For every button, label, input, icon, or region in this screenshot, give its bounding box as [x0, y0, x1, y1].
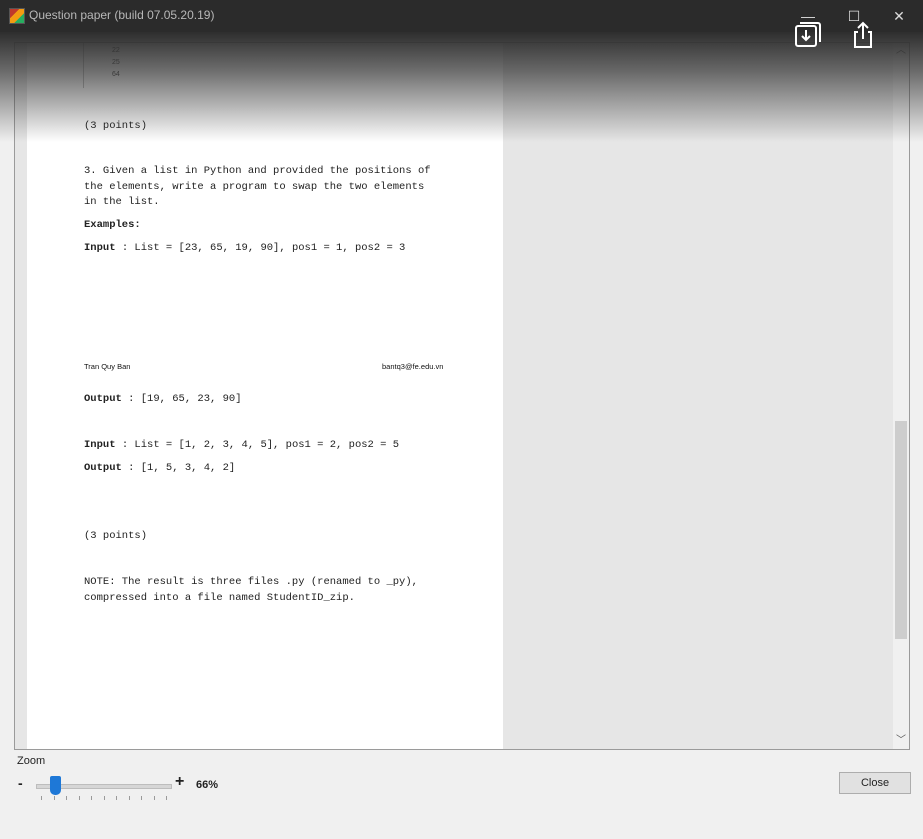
note-line: compressed into a file named StudentID_z…: [84, 592, 355, 604]
zoom-slider-tick: [78, 796, 80, 800]
example-input: Input : List = [23, 65, 19, 90], pos1 = …: [84, 242, 406, 254]
example-input: Input : List = [1, 2, 3, 4, 5], pos1 = 2…: [84, 439, 400, 451]
title-bar: Question paper (build 07.05.20.19) — ☐ ✕: [0, 0, 923, 32]
points-label: (3 points): [84, 530, 148, 542]
zoom-slider-tick: [91, 796, 92, 800]
zoom-out-button[interactable]: -: [18, 775, 23, 791]
zoom-slider-tick: [66, 796, 67, 800]
scroll-down-icon[interactable]: ﹀: [893, 733, 909, 749]
example-output: Output : [19, 65, 23, 90]: [84, 393, 242, 405]
zoom-slider-tick: [116, 796, 117, 800]
save-screenshot-icon[interactable]: [793, 20, 823, 50]
zoom-value: 66%: [196, 779, 219, 791]
zoom-slider-tick: [41, 796, 42, 800]
zoom-slider-tick: [153, 796, 155, 800]
question-line: in the list.: [84, 196, 160, 208]
code-line: 22: [112, 47, 120, 54]
examples-heading: Examples:: [84, 219, 141, 231]
zoom-slider-tick: [141, 796, 142, 800]
zoom-slider-tick: [128, 796, 130, 800]
question-line: the elements, write a program to swap th…: [84, 181, 425, 193]
code-block-border: [83, 43, 84, 88]
window-close-button[interactable]: ✕: [887, 6, 911, 26]
close-button[interactable]: Close: [839, 772, 911, 794]
footer-email: bantq3@fe.edu.vn: [382, 362, 444, 371]
zoom-in-button[interactable]: +: [175, 773, 184, 791]
zoom-slider-thumb[interactable]: [49, 776, 61, 795]
document-page: 22 25 64 (3 points) 3. Given a list in P…: [27, 43, 503, 749]
scroll-up-icon[interactable]: ︿: [893, 43, 909, 59]
zoom-slider-tick: [166, 796, 167, 800]
question-line: 3. Given a list in Python and provided t…: [84, 165, 431, 177]
app-icon: [9, 8, 25, 24]
document-viewer[interactable]: 22 25 64 (3 points) 3. Given a list in P…: [14, 42, 910, 750]
note-line: NOTE: The result is three files .py (ren…: [84, 576, 418, 588]
share-icon[interactable]: [848, 20, 878, 50]
points-label: (3 points): [84, 120, 148, 132]
zoom-slider-tick: [53, 796, 55, 800]
window-title: Question paper (build 07.05.20.19): [29, 8, 215, 22]
example-output: Output : [1, 5, 3, 4, 2]: [84, 462, 236, 474]
zoom-slider-tick: [103, 796, 105, 800]
footer-author: Tran Quy Ban: [84, 362, 131, 371]
zoom-label: Zoom: [17, 755, 46, 767]
code-line: 25: [112, 59, 120, 66]
vertical-scrollbar[interactable]: ︿ ﹀: [893, 43, 909, 749]
scrollbar-thumb[interactable]: [895, 421, 907, 639]
code-line: 64: [112, 71, 120, 78]
